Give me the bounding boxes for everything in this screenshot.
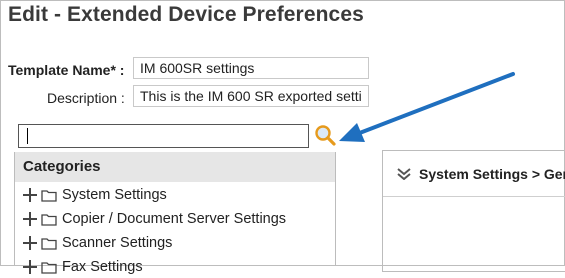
category-label: Fax Settings — [62, 259, 143, 275]
folder-icon — [41, 261, 57, 274]
category-label: Copier / Document Server Settings — [62, 211, 287, 227]
template-name-field[interactable]: IM 600SR settings — [133, 57, 369, 79]
settings-panel-header[interactable]: System Settings > Ger — [383, 151, 565, 197]
settings-breadcrumb: System Settings > Ger — [419, 165, 565, 182]
category-search-input[interactable] — [18, 124, 309, 148]
category-label: Scanner Settings — [62, 235, 173, 251]
folder-icon — [41, 237, 57, 250]
description-field[interactable]: This is the IM 600 SR exported setti — [133, 85, 369, 107]
search-icon[interactable] — [313, 123, 337, 147]
page-title: Edit - Extended Device Preferences — [8, 3, 364, 26]
category-label: System Settings — [62, 187, 167, 203]
text-cursor — [27, 128, 28, 144]
template-name-label: Template Name* : — [8, 62, 125, 78]
expand-plus-icon[interactable] — [23, 260, 37, 274]
category-item-fax-settings[interactable]: Fax Settings — [23, 256, 143, 278]
description-label: Description : — [47, 90, 125, 106]
annotation-arrow — [339, 72, 515, 142]
category-item-scanner-settings[interactable]: Scanner Settings — [23, 232, 172, 254]
category-item-copier-document-server[interactable]: Copier / Document Server Settings — [23, 208, 286, 230]
collapse-chevron-icon[interactable] — [397, 167, 411, 180]
folder-icon — [41, 213, 57, 226]
expand-plus-icon[interactable] — [23, 188, 37, 202]
settings-panel: System Settings > Ger — [382, 150, 565, 272]
categories-header: Categories — [15, 152, 335, 182]
folder-icon — [41, 189, 57, 202]
category-item-system-settings[interactable]: System Settings — [23, 184, 167, 206]
expand-plus-icon[interactable] — [23, 212, 37, 226]
expand-plus-icon[interactable] — [23, 236, 37, 250]
categories-panel: Categories System Settings Copier / Docu… — [14, 152, 336, 275]
